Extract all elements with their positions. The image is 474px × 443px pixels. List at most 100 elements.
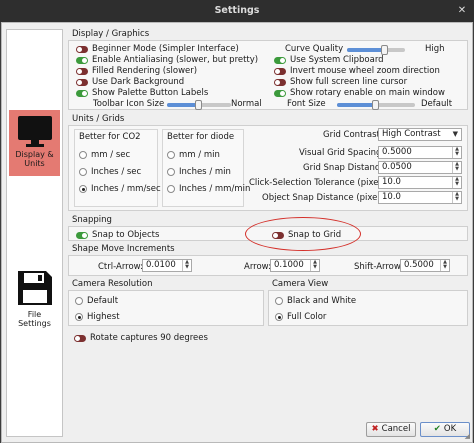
settings-content: Display / Graphics Beginner Mode (Simple… — [66, 29, 470, 419]
sidebar-item-file-settings[interactable]: File Settings — [9, 266, 60, 332]
radio-button[interactable] — [79, 151, 87, 159]
sidebar-item-display-units[interactable]: Display & Units — [9, 110, 60, 176]
spin-arrows-icon[interactable]: ▲ ▼ — [440, 260, 449, 271]
radio-diode-mm-min[interactable]: mm / min — [167, 150, 220, 160]
monitor-icon — [17, 116, 52, 147]
camera-view-section: Black and White Full Color — [268, 290, 468, 326]
radio-camera-bw[interactable]: Black and White — [275, 296, 356, 306]
radio-diode-in-mm-min[interactable]: Inches / mm/min — [167, 184, 250, 194]
grid-contrast-value: High Contrast — [382, 129, 441, 139]
toggle-rotate-captures[interactable]: Rotate captures 90 degrees — [74, 333, 208, 343]
units-diode-group: Better for diode mm / min Inches / min I… — [162, 129, 250, 207]
sidebar-item-label: File — [27, 310, 42, 319]
toolbar-icon-size-value: Normal — [231, 99, 262, 109]
section-title-camera-resolution: Camera Resolution — [72, 279, 153, 289]
ctrl-arrow-label: Ctrl-Arrow: — [98, 262, 144, 272]
toggle-switch[interactable] — [76, 45, 88, 53]
grid-spacing-label: Visual Grid Spacing — [299, 148, 382, 158]
font-size-slider[interactable] — [337, 100, 415, 110]
toggle-label: Enable Antialiasing (slower, but pretty) — [92, 55, 259, 65]
ok-button[interactable]: ✔ OK — [420, 422, 470, 437]
toggle-switch[interactable] — [274, 56, 286, 64]
spin-arrows-icon[interactable]: ▲ ▼ — [452, 177, 461, 188]
grid-contrast-label: Grid Contrast — [323, 130, 380, 140]
radio-co2-mm-sec[interactable]: mm / sec — [79, 150, 130, 160]
radio-button[interactable] — [167, 168, 175, 176]
toggle-label: Snap to Objects — [92, 230, 160, 240]
radio-co2-in-mm-sec[interactable]: Inches / mm/sec — [79, 184, 161, 194]
spin-arrows-icon[interactable]: ▲ ▼ — [452, 147, 461, 158]
window-titlebar[interactable]: Settings ✕ — [0, 0, 474, 22]
toggle-palette-labels[interactable]: Show Palette Button Labels — [76, 88, 208, 98]
toggle-filled-rendering[interactable]: Filled Rendering (slower) — [76, 66, 197, 76]
toggle-system-clipboard[interactable]: Use System Clipboard — [274, 55, 384, 65]
spin-arrows-icon[interactable]: ▲ ▼ — [452, 162, 461, 173]
toggle-invert-wheel[interactable]: Invert mouse wheel zoom direction — [274, 66, 440, 76]
ok-label: OK — [443, 424, 457, 434]
window-title: Settings — [214, 5, 260, 16]
spin-arrows-icon[interactable]: ▲ ▼ — [182, 260, 191, 271]
grid-contrast-select[interactable]: High Contrast ▼ — [378, 128, 462, 141]
toggle-switch[interactable] — [74, 334, 86, 342]
radio-label: Inches / sec — [91, 167, 142, 177]
toggle-switch[interactable] — [76, 56, 88, 64]
radio-label: Default — [87, 296, 119, 306]
curve-quality-slider[interactable] — [347, 45, 405, 55]
co2-group-title: Better for CO2 — [79, 132, 141, 142]
toggle-label: Show full screen line cursor — [290, 77, 408, 87]
section-title-camera-view: Camera View — [272, 279, 329, 289]
toolbar-icon-size-slider[interactable] — [167, 100, 231, 110]
radio-button[interactable] — [75, 297, 83, 305]
toggle-switch[interactable] — [76, 89, 88, 97]
toggle-line-cursor[interactable]: Show full screen line cursor — [274, 77, 407, 87]
spin-arrows-icon[interactable]: ▲ ▼ — [310, 260, 319, 271]
shift-arrow-label: Shift-Arrow: — [354, 262, 404, 272]
toggle-beginner-mode[interactable]: Beginner Mode (Simpler Interface) — [76, 44, 239, 54]
arrow-value: 0.1000 — [274, 260, 304, 270]
radio-button[interactable] — [75, 313, 83, 321]
diode-group-title: Better for diode — [167, 132, 235, 142]
toggle-switch[interactable] — [274, 67, 286, 75]
toggle-switch[interactable] — [76, 231, 88, 239]
spin-arrows-icon[interactable]: ▲ ▼ — [452, 192, 461, 203]
object-snap-input[interactable]: 10.0 ▲ ▼ — [378, 191, 462, 204]
radio-label: Inches / mm/min — [179, 184, 251, 194]
toggle-label: Rotate captures 90 degrees — [90, 333, 208, 343]
radio-button[interactable] — [79, 168, 87, 176]
arrow-input[interactable]: 0.1000 ▲ ▼ — [270, 259, 320, 272]
sidebar-item-label: Units — [24, 159, 45, 168]
toggle-rotary-enable[interactable]: Show rotary enable on main window — [274, 88, 445, 98]
toggle-dark-background[interactable]: Use Dark Background — [76, 77, 184, 87]
chevron-down-icon: ▼ — [452, 130, 458, 138]
resize-grip-icon[interactable]: ◢ — [465, 432, 470, 440]
toggle-switch[interactable] — [76, 67, 88, 75]
toggle-switch[interactable] — [274, 89, 286, 97]
toggle-switch[interactable] — [274, 78, 286, 86]
toggle-antialiasing[interactable]: Enable Antialiasing (slower, but pretty) — [76, 55, 258, 65]
section-title-units-grids: Units / Grids — [72, 114, 125, 124]
section-title-snapping: Snapping — [72, 215, 112, 225]
radio-button[interactable] — [275, 297, 283, 305]
grid-snap-input[interactable]: 0.0500 ▲ ▼ — [378, 161, 462, 174]
toggle-label: Filled Rendering (slower) — [92, 66, 198, 76]
radio-diode-in-min[interactable]: Inches / min — [167, 167, 231, 177]
radio-button[interactable] — [79, 185, 87, 193]
radio-camera-default[interactable]: Default — [75, 296, 118, 306]
toggle-switch[interactable] — [76, 78, 88, 86]
radio-co2-in-sec[interactable]: Inches / sec — [79, 167, 141, 177]
radio-camera-highest[interactable]: Highest — [75, 312, 120, 322]
curve-quality-value: High — [425, 44, 445, 54]
ctrl-arrow-input[interactable]: 0.0100 ▲ ▼ — [142, 259, 192, 272]
radio-button[interactable] — [167, 151, 175, 159]
sidebar: Display & Units File Settings — [6, 29, 63, 437]
radio-button[interactable] — [167, 185, 175, 193]
click-tolerance-input[interactable]: 10.0 ▲ ▼ — [378, 176, 462, 189]
radio-button[interactable] — [275, 313, 283, 321]
grid-spacing-input[interactable]: 0.5000 ▲ ▼ — [378, 146, 462, 159]
cancel-button[interactable]: ✖ Cancel — [366, 422, 416, 437]
shift-arrow-input[interactable]: 0.5000 ▲ ▼ — [400, 259, 450, 272]
toggle-snap-objects[interactable]: Snap to Objects — [76, 230, 159, 240]
object-snap-label: Object Snap Distance (pixels) — [262, 193, 388, 203]
radio-camera-full-color[interactable]: Full Color — [275, 312, 326, 322]
close-icon[interactable]: ✕ — [455, 4, 469, 18]
